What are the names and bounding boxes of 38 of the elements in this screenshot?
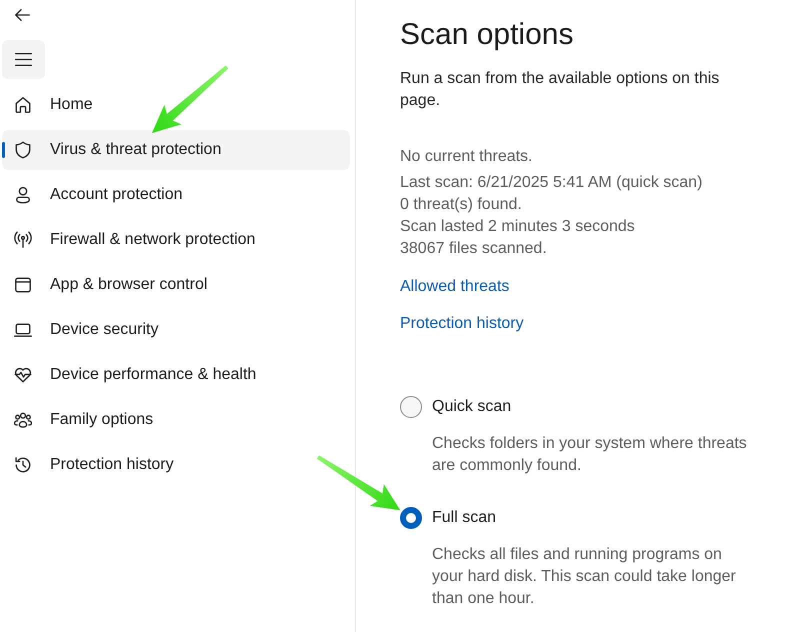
heart-pulse-icon [14, 366, 32, 384]
menu-button[interactable] [2, 40, 45, 79]
sidebar-item[interactable]: Family options [2, 400, 350, 440]
history-icon [14, 456, 32, 474]
sidebar-item[interactable]: Firewall & network protection [2, 220, 350, 260]
person-icon [14, 186, 32, 204]
sidebar-item[interactable]: Home [2, 85, 350, 125]
sidebar-item[interactable]: Device performance & health [2, 355, 350, 395]
back-button[interactable] [15, 9, 30, 21]
option-description: Checks all files and running programs on your hard disk. This scan could take longer than one hour. [432, 545, 737, 609]
radio-button[interactable] [400, 396, 422, 418]
scan-detail-line: 0 threat(s) found. [400, 195, 523, 215]
laptop-icon [14, 321, 32, 339]
status-text: No current threats. [400, 147, 534, 167]
sidebar-item[interactable]: Protection history [2, 445, 350, 485]
link[interactable]: Allowed threats [400, 276, 510, 298]
option-label[interactable]: Quick scan [432, 396, 512, 418]
scan-detail-line: Scan lasted 2 minutes 3 seconds [400, 217, 636, 237]
scan-detail-line: 38067 files scanned. [400, 239, 548, 259]
radio-button[interactable] [400, 507, 422, 529]
sidebar-item[interactable]: Account protection [2, 175, 350, 215]
page-title: Scan options [400, 17, 574, 53]
option-label[interactable]: Full scan [432, 507, 496, 529]
shield-icon [14, 141, 32, 159]
link[interactable]: Protection history [400, 313, 524, 335]
menu-icon [15, 53, 32, 66]
sidebar-item[interactable]: Virus & threat protection [2, 130, 350, 170]
selection-indicator [2, 142, 5, 158]
antenna-icon [14, 231, 32, 249]
sidebar-item[interactable]: App & browser control [2, 265, 350, 305]
scan-detail-line: Last scan: 6/21/2025 5:41 AM (quick scan) [400, 173, 702, 193]
back-arrow-icon [15, 9, 30, 21]
window-icon [14, 276, 32, 294]
home-icon [14, 96, 32, 114]
sidebar-item[interactable]: Device security [2, 310, 350, 350]
option-description: Checks folders in your system where threats are commonly found. [432, 434, 748, 476]
page-description: Run a scan from the available options on this page. [400, 69, 720, 111]
people-icon [14, 411, 32, 429]
